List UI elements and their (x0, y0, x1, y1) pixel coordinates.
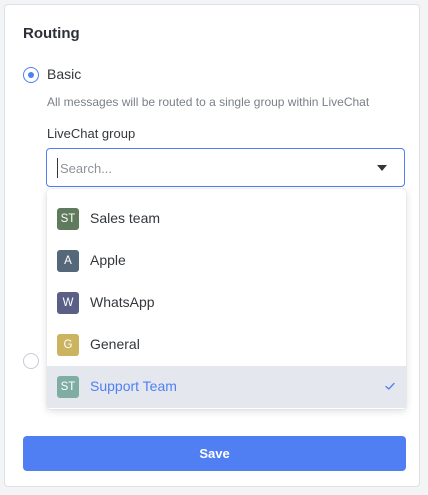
group-avatar: ST (57, 208, 79, 230)
group-option-label: General (90, 336, 140, 352)
group-avatar: W (57, 292, 79, 314)
group-option-label: Support Team (90, 378, 177, 394)
basic-radio-label[interactable]: Basic (47, 66, 81, 82)
group-option-whatsapp[interactable]: W WhatsApp (47, 282, 406, 324)
routing-title: Routing (23, 25, 80, 42)
group-dropdown-menu: ST Sales team A Apple W WhatsApp G Gener… (47, 189, 406, 409)
basic-description: All messages will be routed to a single … (47, 95, 370, 109)
group-avatar: G (57, 334, 79, 356)
caret-down-icon[interactable] (377, 165, 387, 171)
group-option-label: Apple (90, 252, 126, 268)
group-option-apple[interactable]: A Apple (47, 240, 406, 282)
group-option-support-team[interactable]: ST Support Team (47, 366, 406, 408)
livechat-group-select[interactable] (46, 148, 405, 187)
second-routing-radio[interactable] (23, 353, 39, 369)
group-option-label: Sales team (90, 210, 161, 226)
group-avatar: ST (57, 376, 79, 398)
group-avatar: A (57, 250, 79, 272)
group-option-label: WhatsApp (90, 294, 155, 310)
group-option-sales-team[interactable]: ST Sales team (47, 198, 406, 240)
routing-card: Routing Basic All messages will be route… (4, 4, 420, 487)
save-button[interactable]: Save (23, 436, 406, 471)
basic-radio[interactable] (23, 67, 39, 83)
livechat-group-label: LiveChat group (47, 126, 136, 141)
checkmark-icon (385, 382, 395, 390)
group-option-general[interactable]: G General (47, 324, 406, 366)
search-input[interactable] (57, 158, 360, 178)
